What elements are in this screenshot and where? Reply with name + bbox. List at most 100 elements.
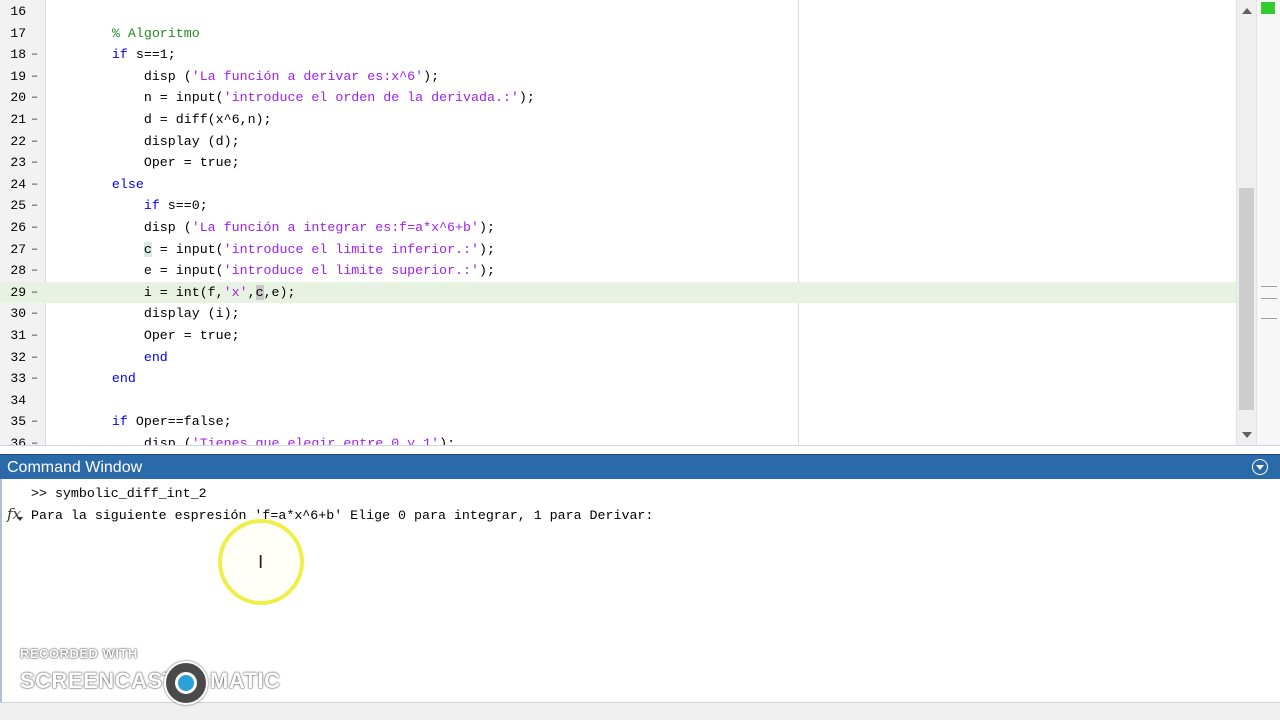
code-token: Oper==false; — [127, 414, 232, 430]
breakpoint-marker[interactable]: – — [31, 66, 38, 88]
code-token: if — [111, 414, 128, 430]
breakpoint-marker[interactable]: – — [31, 152, 38, 174]
breakpoint-marker[interactable]: – — [31, 44, 38, 66]
code-token: if — [143, 198, 160, 214]
scroll-up-icon[interactable] — [1242, 8, 1252, 14]
code-text[interactable]: if s==0; — [80, 195, 208, 217]
breakpoint-marker[interactable]: – — [31, 109, 38, 131]
breakpoint-marker[interactable]: – — [31, 131, 38, 153]
code-text[interactable]: i = int(f,'x',c,e); — [80, 282, 295, 304]
breakpoint-marker[interactable]: – — [31, 174, 38, 196]
code-line[interactable]: 29– i = int(f,'x',c,e); — [0, 281, 1236, 304]
code-text[interactable]: end — [80, 347, 168, 369]
code-line[interactable]: 33– end — [0, 368, 1236, 390]
code-text[interactable]: display (d); — [80, 131, 240, 153]
breakpoint-marker[interactable]: – — [31, 239, 38, 261]
code-text[interactable]: end — [80, 368, 136, 390]
breakpoint-marker[interactable]: – — [31, 195, 38, 217]
code-text[interactable]: d = diff(x^6,n); — [80, 109, 272, 131]
line-number: 26 — [10, 220, 26, 235]
line-number: 33 — [10, 371, 26, 387]
status-bar — [0, 702, 1280, 720]
code-text[interactable]: if Oper==false; — [80, 411, 232, 433]
code-token: s==1; — [127, 47, 176, 63]
breakpoint-marker[interactable]: – — [31, 433, 38, 445]
code-line[interactable]: 36– disp ('Tienes que elegir entre 0 y 1… — [0, 433, 1236, 446]
code-token: ); — [423, 68, 440, 84]
code-text[interactable]: Oper = true; — [80, 152, 240, 174]
code-token: disp ( — [80, 220, 192, 235]
breakpoint-marker[interactable]: – — [31, 325, 38, 347]
code-line[interactable]: 27– c = input('introduce el limite infer… — [0, 239, 1236, 261]
breakpoint-marker[interactable]: – — [31, 260, 38, 282]
code-line[interactable]: 23– Oper = true; — [0, 152, 1236, 174]
code-line[interactable]: 34 — [0, 390, 1236, 412]
code-token: display (i); — [80, 306, 240, 322]
line-number: 29 — [10, 284, 26, 300]
code-line[interactable]: 18– if s==1; — [0, 44, 1236, 66]
code-text[interactable]: disp ('La función a integrar es:f=a*x^6+… — [80, 217, 495, 239]
code-text[interactable]: e = input('introduce el limite superior.… — [80, 260, 495, 282]
code-token: i = int(f, — [80, 284, 224, 300]
code-token: s==0; — [159, 198, 208, 214]
analyzer-marker[interactable] — [1261, 286, 1277, 287]
panel-actions-icon[interactable] — [1252, 459, 1268, 475]
breakpoint-marker[interactable]: – — [31, 347, 38, 369]
command-window-header: Command Window — [0, 454, 1280, 479]
breakpoint-marker[interactable]: – — [31, 368, 38, 390]
breakpoint-marker[interactable]: – — [31, 411, 38, 433]
code-token: 'introduce el limite superior.:' — [223, 263, 479, 279]
command-prompt-line: >> symbolic_diff_int_2 — [31, 486, 207, 501]
code-token: 'introduce el orden de la derivada.:' — [223, 90, 519, 106]
breakpoint-marker[interactable]: – — [31, 303, 38, 325]
line-number: 32 — [10, 349, 26, 365]
code-text[interactable]: disp ('La función a derivar es:x^6'); — [80, 66, 439, 88]
code-editor[interactable]: 16 17 % Algoritmo 18– if s==1; 19– disp ('L… — [0, 0, 1280, 446]
code-text[interactable]: c = input('introduce el limite inferior.… — [80, 239, 495, 261]
line-number: 36 — [10, 436, 26, 446]
editor-vertical-scrollbar[interactable] — [1236, 0, 1256, 445]
analyzer-marker[interactable] — [1261, 298, 1277, 299]
code-line[interactable]: 28– e = input('introduce el limite super… — [0, 260, 1236, 282]
code-line[interactable]: 21– d = diff(x^6,n); — [0, 109, 1236, 131]
function-browser-icon[interactable]: fx — [7, 505, 24, 523]
breakpoint-marker[interactable]: – — [31, 217, 38, 239]
code-line[interactable]: 17 % Algoritmo — [0, 23, 1236, 45]
code-line[interactable]: 30– display (i); — [0, 303, 1236, 325]
breakpoint-marker[interactable]: – — [31, 87, 38, 109]
code-line[interactable]: 19– disp ('La función a derivar es:x^6')… — [0, 66, 1236, 88]
code-text[interactable]: disp ('Tienes que elegir entre 0 y 1'); — [80, 433, 456, 446]
scrollbar-thumb[interactable] — [1239, 188, 1254, 410]
code-token: ); — [479, 241, 495, 257]
code-text[interactable]: % Algoritmo — [80, 23, 200, 45]
code-token: disp ( — [80, 68, 192, 84]
code-text[interactable]: n = input('introduce el orden de la deri… — [80, 87, 535, 109]
code-line[interactable]: 25– if s==0; — [0, 195, 1236, 217]
code-line[interactable]: 22– display (d); — [0, 131, 1236, 153]
scroll-down-icon[interactable] — [1242, 432, 1252, 438]
code-line[interactable]: 26– disp ('La función a integrar es:f=a*… — [0, 217, 1236, 239]
code-line[interactable]: 35– if Oper==false; — [0, 411, 1236, 433]
breakpoint-marker[interactable]: – — [31, 282, 38, 304]
code-analyzer-status-icon[interactable] — [1261, 2, 1275, 14]
code-text[interactable]: else — [80, 174, 144, 196]
code-token: e = input( — [80, 263, 224, 279]
line-number: 25 — [10, 198, 26, 214]
code-line[interactable]: 20– n = input('introduce el orden de la … — [0, 87, 1236, 109]
line-number: 16 — [10, 4, 26, 19]
code-line[interactable]: 32– end — [0, 347, 1236, 369]
code-line[interactable]: 24– else — [0, 174, 1236, 196]
code-line[interactable]: 16 — [0, 1, 1236, 23]
code-text[interactable]: Oper = true; — [80, 325, 240, 347]
code-line[interactable]: 31– Oper = true; — [0, 325, 1236, 347]
line-number: 18 — [10, 47, 26, 63]
line-number: 31 — [10, 328, 26, 343]
watermark-recorded-with: RECORDED WITH — [20, 646, 138, 661]
code-token: Oper = true; — [80, 328, 240, 343]
code-text[interactable]: display (i); — [80, 303, 240, 325]
code-token: ); — [439, 436, 456, 446]
code-text[interactable]: if s==1; — [80, 44, 176, 66]
analyzer-marker[interactable] — [1261, 318, 1277, 319]
